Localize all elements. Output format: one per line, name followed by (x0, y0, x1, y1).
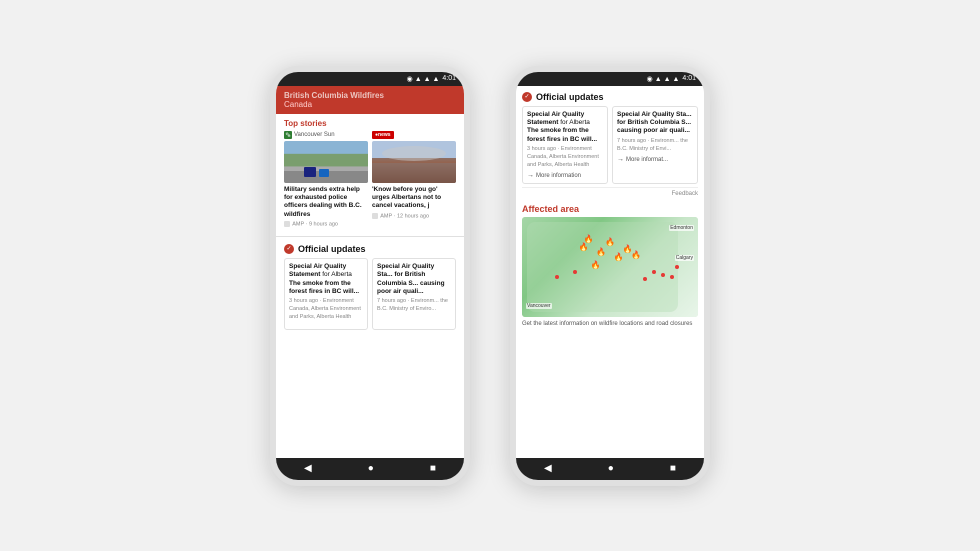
meta-1: AMP · 9 hours ago (284, 221, 368, 227)
official-card-2a[interactable]: Special Air Quality Statement for Albert… (522, 106, 608, 185)
city-label-vancouver: Vancouver (526, 303, 552, 309)
dot-7 (555, 275, 559, 279)
fire-7: 🔥 (584, 235, 594, 244)
dot-1 (652, 270, 656, 274)
phone-2-content: ✓ Official updates Special Air Quality S… (516, 86, 704, 458)
official-cards-2: Special Air Quality Statement for Albert… (522, 106, 698, 185)
official-cards-1: Special Air Quality Statement for Albert… (284, 258, 456, 330)
news-image-2 (372, 141, 456, 183)
official-card-title-2a: Special Air Quality Statement for Albert… (527, 111, 603, 145)
official-card-title-1b: Special Air Quality Sta... for British C… (377, 263, 451, 297)
city-label-calgary: Calgary (675, 255, 694, 261)
more-info-link-2b[interactable]: → More informat... (617, 156, 693, 163)
meta-2: AMP · 12 hours ago (372, 213, 456, 219)
phone-2: ◉ ▲ ▲ ▲ 4:01 ✓ Official updates Special … (510, 66, 710, 486)
official-card-1b[interactable]: Special Air Quality Sta... for British C… (372, 258, 456, 330)
back-button-2[interactable]: ◀ (544, 463, 552, 474)
shield-icon-1: ✓ (284, 244, 294, 254)
cbc-logo: ●news (372, 131, 394, 139)
official-title-1: Official updates (298, 244, 366, 254)
more-info-link-2a[interactable]: → More information (527, 172, 603, 179)
fire-4: 🔥 (614, 253, 624, 262)
feedback-bar[interactable]: Feedback (522, 187, 698, 200)
dot-2 (661, 273, 665, 277)
official-header-2: ✓ Official updates (522, 92, 698, 102)
city-label-edmonton: Edmonton (669, 225, 694, 231)
map-container[interactable]: 🔥 🔥 🔥 🔥 🔥 🔥 🔥 🔥 (522, 217, 698, 317)
back-button-1[interactable]: ◀ (304, 463, 312, 474)
nav-bar-2: ◀ ● ■ (516, 458, 704, 480)
official-updates-section-1: ✓ Official updates Special Air Quality S… (276, 240, 464, 334)
official-card-meta-2a: 3 hours ago · Environment Canada, Albert… (527, 146, 603, 169)
fire-1: 🔥 (579, 243, 589, 252)
dot-3 (670, 275, 674, 279)
official-title-2: Official updates (536, 92, 604, 102)
source-name-1: Vancouver Sun (294, 132, 335, 138)
recent-button-2[interactable]: ■ (670, 463, 676, 474)
shield-icon-2: ✓ (522, 92, 532, 102)
top-stories-label: Top stories (276, 114, 464, 131)
status-time-2: 4:01 (682, 75, 696, 82)
fire-2: 🔥 (596, 248, 606, 257)
official-updates-section-2: ✓ Official updates Special Air Quality S… (522, 92, 698, 201)
fire-5: 🔥 (591, 261, 601, 270)
affected-area-label: Affected area (522, 204, 698, 214)
source-bar-2: ●news (372, 131, 456, 139)
status-bar-2: ◉ ▲ ▲ ▲ 4:01 (516, 72, 704, 86)
app-title: British Columbia Wildfires (284, 91, 456, 100)
amp-icon-1 (284, 221, 290, 227)
official-card-meta-1a: 3 hours ago · Environment Canada, Albert… (289, 298, 363, 321)
map-caption: Get the latest information on wildfire l… (522, 320, 698, 328)
official-card-meta-2b: 7 hours ago · Environm... the B.C. Minis… (617, 138, 693, 153)
arrow-icon-2a: → (527, 172, 534, 179)
home-button-1[interactable]: ● (368, 463, 374, 474)
official-card-1a[interactable]: Special Air Quality Statement for Albert… (284, 258, 368, 330)
official-card-2b[interactable]: Special Air Quality Sta... for British C… (612, 106, 698, 185)
official-header-1: ✓ Official updates (284, 244, 456, 254)
amp-icon-2 (372, 213, 378, 219)
map-region (527, 222, 678, 312)
affected-area-section: Affected area 🔥 🔥 🔥 🔥 🔥 🔥 🔥 🔥 (522, 204, 698, 328)
recent-button-1[interactable]: ■ (430, 463, 436, 474)
official-card-title-1a: Special Air Quality Statement for Albert… (289, 263, 363, 297)
source-bar-1: 🗞 Vancouver Sun (284, 131, 368, 139)
phone-1-content: Top stories 🗞 Vancouver Sun Military (276, 114, 464, 458)
app-header-1: British Columbia Wildfires Canada (276, 86, 464, 114)
home-button-2[interactable]: ● (608, 463, 614, 474)
fire-3: 🔥 (605, 238, 615, 247)
vancouver-sun-icon: 🗞 (284, 131, 292, 139)
app-subtitle: Canada (284, 100, 456, 109)
official-card-title-2b: Special Air Quality Sta... for British C… (617, 111, 693, 136)
status-icons-2: ◉ ▲ ▲ ▲ (647, 75, 680, 83)
divider-1 (276, 236, 464, 237)
dot-6 (573, 270, 577, 274)
dot-5 (675, 265, 679, 269)
status-icons: ◉ ▲ ▲ ▲ (407, 75, 440, 83)
news-card-2[interactable]: ●news 'Know before you go' urges Alberta… (372, 131, 456, 228)
news-image-1 (284, 141, 368, 183)
fire-8: 🔥 (631, 251, 641, 260)
status-bar-1: ◉ ▲ ▲ ▲ 4:01 (276, 72, 464, 86)
nav-bar-1: ◀ ● ■ (276, 458, 464, 480)
phone-1: ◉ ▲ ▲ ▲ 4:01 British Columbia Wildfires … (270, 66, 470, 486)
headline-1: Military sends extra help for exhausted … (284, 186, 368, 220)
arrow-icon-2b: → (617, 156, 624, 163)
dot-4 (643, 277, 647, 281)
news-card-1[interactable]: 🗞 Vancouver Sun Military sends extra hel… (284, 131, 368, 228)
news-cards-row: 🗞 Vancouver Sun Military sends extra hel… (276, 131, 464, 233)
official-card-meta-1b: 7 hours ago · Environm... the B.C. Minis… (377, 298, 451, 313)
status-time: 4:01 (442, 75, 456, 82)
headline-2: 'Know before you go' urges Albertans not… (372, 186, 456, 211)
scene: ◉ ▲ ▲ ▲ 4:01 British Columbia Wildfires … (0, 0, 980, 551)
